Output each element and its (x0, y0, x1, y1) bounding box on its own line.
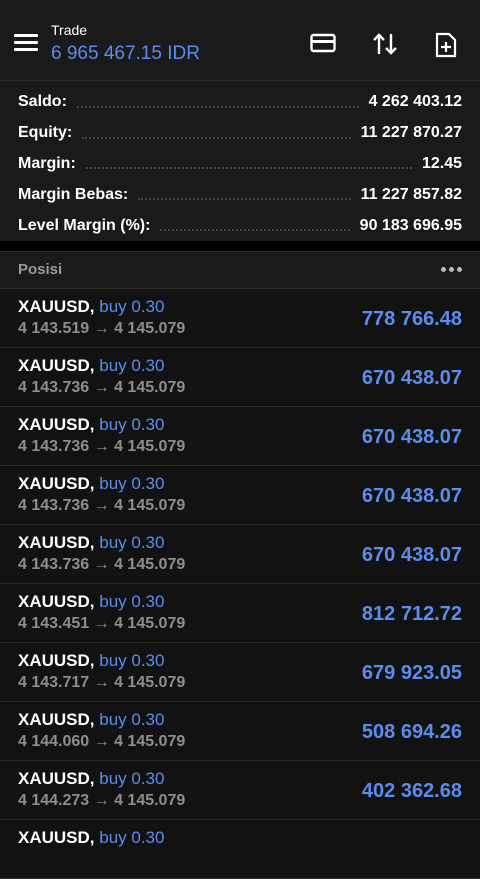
summary-value: 11 227 870.27 (360, 124, 462, 142)
profit-value: 508 694.26 (361, 720, 462, 743)
price-range: 4 143.736 → 4 145.079 (18, 496, 186, 514)
section-title: Posisi (18, 261, 63, 279)
new-document-icon[interactable] (434, 32, 458, 58)
symbol-text: XAUUSD, (18, 768, 95, 788)
position-row[interactable]: XAUUSD, buy 0.30 4 143.451 → 4 145.079 8… (0, 583, 480, 643)
dotted-leader (138, 197, 351, 201)
profit-value: 812 712.72 (361, 602, 462, 625)
position-row[interactable]: XAUUSD, buy 0.30 4 144.273 → 4 145.079 4… (0, 760, 480, 820)
positions-list: XAUUSD, buy 0.30 4 143.519 → 4 145.079 7… (0, 288, 480, 879)
summary-row-equity: Equity: 11 227 870.27 (18, 118, 462, 149)
menu-icon[interactable] (14, 34, 38, 52)
position-symbol: XAUUSD, buy 0.30 (18, 474, 164, 494)
position-symbol: XAUUSD, buy 0.30 (18, 828, 164, 848)
symbol-text: XAUUSD, (18, 591, 95, 611)
more-icon[interactable] (441, 267, 462, 273)
order-type: buy 0.30 (99, 532, 165, 552)
dotted-leader (85, 166, 412, 170)
position-row[interactable]: XAUUSD, buy 0.30 4 143.736 → 4 145.079 6… (0, 524, 480, 584)
sort-icon[interactable] (372, 32, 398, 56)
summary-row-saldo: Saldo: 4 262 403.12 (18, 87, 462, 118)
title-block: Trade 6 965 467.15 IDR (51, 22, 200, 65)
position-symbol: XAUUSD, buy 0.30 (18, 533, 164, 553)
order-type: buy 0.30 (99, 827, 165, 847)
position-symbol: XAUUSD, buy 0.30 (18, 356, 164, 376)
profit-value: 402 362.68 (361, 779, 462, 802)
profit-value: 670 438.07 (361, 425, 462, 448)
summary-label: Margin Bebas: (18, 185, 129, 203)
profit-value: 679 923.05 (361, 661, 462, 684)
position-symbol: XAUUSD, buy 0.30 (18, 415, 164, 435)
order-type: buy 0.30 (99, 709, 165, 729)
symbol-text: XAUUSD, (18, 532, 95, 552)
position-row[interactable]: XAUUSD, buy 0.30 (0, 819, 480, 879)
summary-value: 90 183 696.95 (359, 216, 462, 234)
position-row[interactable]: XAUUSD, buy 0.30 4 144.060 → 4 145.079 5… (0, 701, 480, 761)
price-range: 4 143.451 → 4 145.079 (18, 614, 186, 632)
wallet-icon[interactable] (310, 32, 336, 54)
order-type: buy 0.30 (99, 473, 165, 493)
order-type: buy 0.30 (99, 414, 165, 434)
account-summary: Saldo: 4 262 403.12 Equity: 11 227 870.2… (0, 81, 480, 241)
position-symbol: XAUUSD, buy 0.30 (18, 651, 164, 671)
summary-value: 11 227 857.82 (360, 185, 462, 203)
order-type: buy 0.30 (99, 591, 165, 611)
price-range: 4 143.717 → 4 145.079 (18, 673, 186, 691)
symbol-text: XAUUSD, (18, 827, 95, 847)
order-type: buy 0.30 (99, 355, 165, 375)
symbol-text: XAUUSD, (18, 296, 95, 316)
price-range: 4 143.519 → 4 145.079 (18, 319, 186, 337)
dotted-leader (160, 228, 350, 232)
position-row[interactable]: XAUUSD, buy 0.30 4 143.736 → 4 145.079 6… (0, 406, 480, 466)
price-range: 4 144.060 → 4 145.079 (18, 732, 186, 750)
order-type: buy 0.30 (99, 296, 165, 316)
position-symbol: XAUUSD, buy 0.30 (18, 710, 164, 730)
position-symbol: XAUUSD, buy 0.30 (18, 297, 164, 317)
position-row[interactable]: XAUUSD, buy 0.30 4 143.736 → 4 145.079 6… (0, 465, 480, 525)
order-type: buy 0.30 (99, 650, 165, 670)
profit-value: 670 438.07 (361, 366, 462, 389)
summary-row-margin: Margin: 12.45 (18, 149, 462, 180)
price-range: 4 143.736 → 4 145.079 (18, 437, 186, 455)
positions-header: Posisi (0, 250, 480, 289)
symbol-text: XAUUSD, (18, 355, 95, 375)
order-type: buy 0.30 (99, 768, 165, 788)
position-symbol: XAUUSD, buy 0.30 (18, 769, 164, 789)
top-app-bar: Trade 6 965 467.15 IDR (0, 0, 480, 81)
profit-value: 670 438.07 (361, 484, 462, 507)
price-range: 4 143.736 → 4 145.079 (18, 378, 186, 396)
price-range: 4 144.273 → 4 145.079 (18, 791, 186, 809)
symbol-text: XAUUSD, (18, 709, 95, 729)
dotted-leader (82, 136, 351, 139)
symbol-text: XAUUSD, (18, 473, 95, 493)
summary-label: Equity: (18, 124, 73, 142)
position-symbol: XAUUSD, buy 0.30 (18, 592, 164, 612)
symbol-text: XAUUSD, (18, 650, 95, 670)
summary-label: Saldo: (18, 93, 67, 111)
summary-label: Level Margin (%): (18, 216, 151, 234)
dotted-leader (76, 105, 359, 108)
summary-label: Margin: (18, 154, 76, 172)
summary-value: 12.45 (421, 154, 462, 172)
summary-value: 4 262 403.12 (368, 93, 462, 111)
account-balance: 6 965 467.15 IDR (51, 43, 200, 64)
summary-row-margin-level: Level Margin (%): 90 183 696.95 (18, 210, 462, 241)
position-row[interactable]: XAUUSD, buy 0.30 4 143.519 → 4 145.079 7… (0, 288, 480, 348)
profit-value: 778 766.48 (361, 307, 462, 330)
symbol-text: XAUUSD, (18, 414, 95, 434)
position-row[interactable]: XAUUSD, buy 0.30 4 143.736 → 4 145.079 6… (0, 347, 480, 407)
profit-value: 670 438.07 (361, 543, 462, 566)
position-row[interactable]: XAUUSD, buy 0.30 4 143.717 → 4 145.079 6… (0, 642, 480, 702)
summary-row-free-margin: Margin Bebas: 11 227 857.82 (18, 179, 462, 210)
page-title: Trade (51, 22, 88, 38)
price-range: 4 143.736 → 4 145.079 (18, 555, 186, 573)
